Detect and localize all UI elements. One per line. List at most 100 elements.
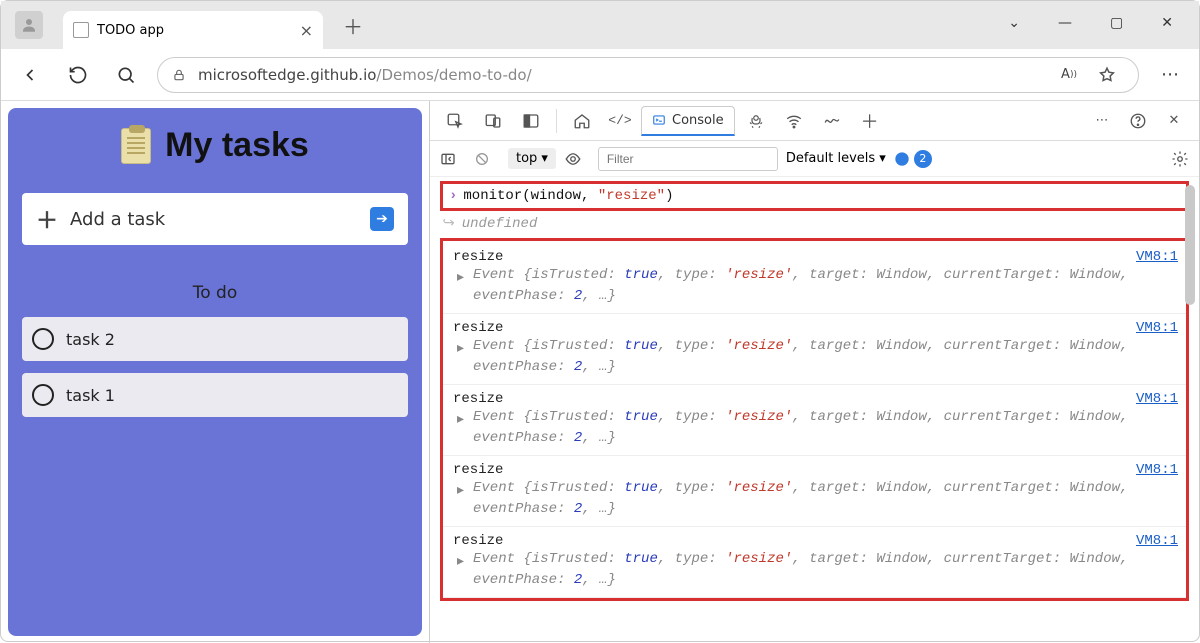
task-label: task 2 [66, 330, 115, 349]
live-expression-button[interactable] [564, 150, 590, 168]
log-event-name: resize [453, 462, 503, 478]
log-levels-label: Default levels [786, 151, 875, 166]
refresh-button[interactable] [61, 58, 95, 92]
console-tab[interactable]: Console [641, 106, 735, 136]
browser-tab[interactable]: TODO app × [63, 11, 323, 49]
submit-task-button[interactable]: ➔ [370, 207, 394, 231]
log-event-name: resize [453, 249, 503, 265]
page-title-text: My tasks [165, 126, 309, 165]
console-sidebar-toggle[interactable] [440, 151, 466, 167]
console-return-row: ↩ undefined [444, 215, 1189, 232]
back-button[interactable] [13, 58, 47, 92]
maximize-button[interactable]: ▢ [1100, 9, 1133, 37]
log-detail[interactable]: ▸Event {isTrusted: true, type: 'resize',… [453, 478, 1178, 520]
expand-icon[interactable]: ▸ [457, 339, 464, 360]
log-source-link[interactable]: VM8:1 [1136, 462, 1178, 478]
network-tab-icon[interactable] [777, 106, 811, 136]
page-viewport: My tasks ＋ Add a task ➔ To do task 2task… [1, 101, 429, 643]
console-filter-bar: top ▾ Default levels ▾ 2 [430, 141, 1199, 177]
main-area: My tasks ＋ Add a task ➔ To do task 2task… [1, 101, 1199, 643]
welcome-tab[interactable] [565, 106, 599, 136]
plus-icon: ＋ [36, 203, 58, 235]
log-detail[interactable]: ▸Event {isTrusted: true, type: 'resize',… [453, 407, 1178, 449]
console-tab-label: Console [672, 113, 724, 128]
address-field[interactable]: microsoftedge.github.io/Demos/demo-to-do… [157, 57, 1139, 93]
favorite-button[interactable] [1090, 58, 1124, 92]
log-event-name: resize [453, 320, 503, 336]
devtools-more-button[interactable]: ⋯ [1085, 106, 1119, 136]
log-source-link[interactable]: VM8:1 [1136, 249, 1178, 265]
console-log-entry[interactable]: resizeVM8:1▸Event {isTrusted: true, type… [443, 527, 1186, 598]
todo-panel: My tasks ＋ Add a task ➔ To do task 2task… [8, 108, 422, 636]
minimize-button[interactable]: — [1048, 9, 1082, 37]
page-title: My tasks [22, 126, 408, 165]
profile-icon[interactable] [15, 11, 43, 39]
issues-button[interactable]: 2 [894, 150, 932, 168]
console-log-entry[interactable]: resize VM8:1▸Event {isTrusted: true, type… [443, 314, 1186, 385]
clipboard-icon [121, 128, 151, 164]
task-checkbox[interactable] [32, 384, 54, 406]
context-selector[interactable]: top ▾ [508, 148, 556, 169]
url-host: microsoftedge.github.io [198, 66, 376, 84]
log-source-link[interactable]: VM8:1 [1136, 391, 1178, 407]
console-log-entry[interactable]: resize VM8:1▸Event {isTrusted: true, type… [443, 243, 1186, 314]
tab-title: TODO app [97, 23, 164, 38]
chevron-down-icon: ▾ [541, 151, 548, 166]
url-bar: microsoftedge.github.io/Demos/demo-to-do… [1, 49, 1199, 101]
sources-tab-icon[interactable] [739, 106, 773, 136]
console-log-entry[interactable]: resize VM8:1▸Event {isTrusted: true, type… [443, 456, 1186, 527]
expand-icon[interactable]: ▸ [457, 268, 464, 289]
devtools-close-button[interactable]: ✕ [1157, 106, 1191, 136]
return-arrow-icon: ↩ [444, 215, 456, 232]
tab-close-button[interactable]: × [300, 21, 313, 40]
log-levels-selector[interactable]: Default levels ▾ [786, 151, 886, 166]
console-log-entry[interactable]: resizeVM8:1▸Event {isTrusted: true, type… [443, 385, 1186, 456]
window-close-button[interactable]: ✕ [1151, 9, 1183, 37]
task-item[interactable]: task 2 [22, 317, 408, 361]
console-body: › monitor(window, "resize") ↩ undefined … [430, 177, 1199, 643]
return-value: undefined [462, 216, 538, 232]
more-tabs-button[interactable]: ＋ [853, 106, 887, 136]
log-detail[interactable]: ▸Event {isTrusted: true, type: 'resize',… [453, 549, 1178, 591]
lock-icon [172, 68, 186, 82]
console-input[interactable]: monitor(window, "resize") [463, 188, 673, 204]
console-settings-button[interactable] [1171, 150, 1189, 168]
task-checkbox[interactable] [32, 328, 54, 350]
tab-favicon-icon [73, 22, 89, 38]
filter-input[interactable] [598, 147, 778, 171]
new-tab-button[interactable]: ＋ [335, 7, 371, 44]
issues-count: 2 [914, 150, 932, 168]
add-task-input[interactable]: ＋ Add a task ➔ [22, 193, 408, 245]
elements-tab[interactable]: </> [603, 106, 637, 136]
devtools-panel: </> Console ＋ ⋯ ✕ [429, 101, 1199, 643]
clear-console-button[interactable] [474, 151, 500, 167]
log-source-link[interactable]: VM8:1 [1136, 320, 1178, 336]
inspect-element-button[interactable] [438, 106, 472, 136]
window-titlebar: TODO app × ＋ ⌄ — ▢ ✕ [1, 1, 1199, 49]
add-task-placeholder: Add a task [70, 209, 165, 230]
task-list: task 2 task 1 [22, 317, 408, 417]
log-detail[interactable]: ▸Event {isTrusted: true, type: 'resize',… [453, 336, 1178, 378]
browser-menu-button[interactable]: ⋯ [1153, 58, 1187, 92]
log-source-link[interactable]: VM8:1 [1136, 533, 1178, 549]
console-logs-highlight: resizeVM8:1▸Event {isTrusted: true, type… [440, 238, 1189, 601]
search-tabs-button[interactable] [109, 58, 143, 92]
context-label: top [516, 151, 537, 166]
chevron-down-icon[interactable]: ⌄ [998, 9, 1030, 37]
url-text: microsoftedge.github.io/Demos/demo-to-do… [198, 66, 532, 84]
expand-icon[interactable]: ▸ [457, 552, 464, 573]
read-aloud-button[interactable]: A)) [1052, 58, 1086, 92]
devtools-help-button[interactable] [1121, 106, 1155, 136]
scrollbar-thumb[interactable] [1185, 185, 1195, 305]
task-item[interactable]: task 1 [22, 373, 408, 417]
log-detail[interactable]: ▸Event {isTrusted: true, type: 'resize',… [453, 265, 1178, 307]
scrollbar-track[interactable] [1183, 181, 1197, 639]
expand-icon[interactable]: ▸ [457, 481, 464, 502]
dock-side-button[interactable] [514, 106, 548, 136]
url-path: /Demos/demo-to-do/ [376, 66, 531, 84]
task-label: task 1 [66, 386, 115, 405]
performance-tab-icon[interactable] [815, 106, 849, 136]
expand-icon[interactable]: ▸ [457, 410, 464, 431]
device-emulation-button[interactable] [476, 106, 510, 136]
section-heading: To do [22, 283, 408, 303]
